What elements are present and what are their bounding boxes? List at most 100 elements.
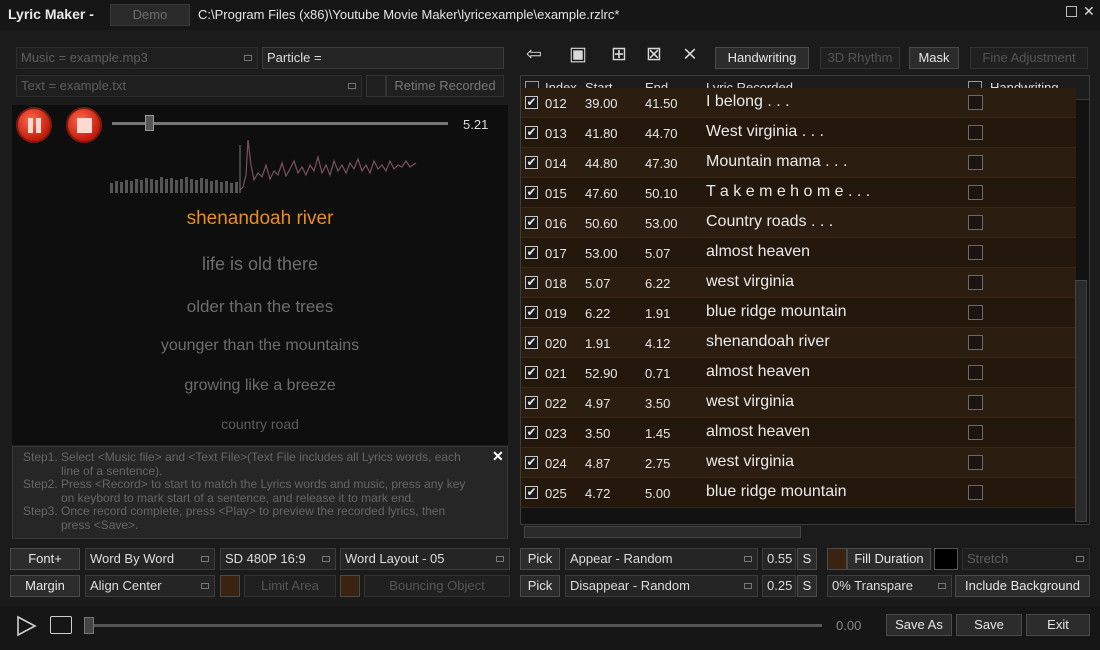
row-start[interactable]: 1.91 <box>585 336 610 351</box>
retime-checkbox[interactable] <box>366 75 386 97</box>
row-lyric[interactable]: West virginia . . . <box>706 123 824 141</box>
word-layout-select[interactable]: Word Layout - 05 <box>340 548 510 570</box>
playback-slider-thumb[interactable] <box>145 115 154 131</box>
timeline-slider[interactable] <box>90 624 822 627</box>
row-checkbox[interactable]: ✔ <box>525 156 538 169</box>
row-end[interactable]: 41.50 <box>645 96 678 111</box>
stop-record-button[interactable] <box>66 107 102 143</box>
row-lyric[interactable]: almost heaven <box>706 243 810 261</box>
font-button[interactable]: Font+ <box>10 548 80 570</box>
row-end[interactable]: 1.45 <box>645 426 670 441</box>
row-start[interactable]: 47.60 <box>585 186 618 201</box>
clear-all-icon[interactable]: ⨯ <box>678 44 702 66</box>
row-handwriting-checkbox[interactable] <box>968 395 983 410</box>
limit-area-checkbox[interactable] <box>220 575 240 597</box>
row-end[interactable]: 47.30 <box>645 156 678 171</box>
handwriting-button[interactable]: Handwriting <box>715 47 809 69</box>
row-checkbox[interactable]: ✔ <box>525 336 538 349</box>
row-start[interactable]: 50.60 <box>585 216 618 231</box>
save-as-button[interactable]: Save As <box>886 614 952 636</box>
fill-duration-checkbox[interactable] <box>827 548 847 570</box>
save-button[interactable]: Save <box>956 614 1022 636</box>
row-handwriting-checkbox[interactable] <box>968 365 983 380</box>
row-checkbox[interactable]: ✔ <box>525 396 538 409</box>
row-handwriting-checkbox[interactable] <box>968 245 983 260</box>
exit-button[interactable]: Exit <box>1026 614 1090 636</box>
import-icon[interactable]: ▣ <box>566 44 590 66</box>
table-row[interactable]: ✔ 015 47.60 50.10 T a k e m e h o m e . . . <box>521 178 1076 208</box>
row-lyric[interactable]: west virginia <box>706 273 794 291</box>
bouncing-object-checkbox[interactable] <box>340 575 360 597</box>
row-start[interactable]: 52.90 <box>585 366 618 381</box>
word-mode-select[interactable]: Word By Word <box>85 548 215 570</box>
table-row[interactable]: ✔ 012 39.00 41.50 I belong . . . <box>521 88 1076 118</box>
stretch-select[interactable]: Stretch <box>962 548 1090 570</box>
fill-color-swatch[interactable] <box>934 548 958 570</box>
appear-duration-input[interactable]: 0.55 <box>762 548 796 570</box>
pause-button[interactable] <box>16 107 52 143</box>
row-checkbox[interactable]: ✔ <box>525 306 538 319</box>
table-row[interactable]: ✔ 020 1.91 4.12 shenandoah river <box>521 328 1076 358</box>
stop-icon[interactable] <box>50 616 72 634</box>
fill-duration-button[interactable]: Fill Duration <box>847 548 931 570</box>
row-lyric[interactable]: west virginia <box>706 453 794 471</box>
row-end[interactable]: 50.10 <box>645 186 678 201</box>
add-row-icon[interactable]: ⊞ <box>607 44 631 66</box>
horizontal-scrollbar[interactable] <box>524 526 801 538</box>
disappear-duration-input[interactable]: 0.25 <box>762 575 796 597</box>
table-row[interactable]: ✔ 024 4.87 2.75 west virginia <box>521 448 1076 478</box>
row-handwriting-checkbox[interactable] <box>968 125 983 140</box>
retime-recorded-button[interactable]: Retime Recorded <box>386 75 504 97</box>
fine-adjustment-button[interactable]: Fine Adjustment <box>970 47 1088 69</box>
row-start[interactable]: 53.00 <box>585 246 618 261</box>
pick-disappear-button[interactable]: Pick <box>520 575 560 597</box>
bouncing-object-button[interactable]: Bouncing Object <box>364 575 510 597</box>
row-lyric[interactable]: Mountain mama . . . <box>706 153 847 171</box>
row-start[interactable]: 5.07 <box>585 276 610 291</box>
row-handwriting-checkbox[interactable] <box>968 185 983 200</box>
table-row[interactable]: ✔ 016 50.60 53.00 Country roads . . . <box>521 208 1076 238</box>
row-lyric[interactable]: shenandoah river <box>706 333 830 351</box>
playback-slider[interactable] <box>112 122 448 125</box>
row-start[interactable]: 41.80 <box>585 126 618 141</box>
text-file-field[interactable]: Text = example.txt <box>16 75 362 97</box>
row-end[interactable]: 53.00 <box>645 216 678 231</box>
row-start[interactable]: 39.00 <box>585 96 618 111</box>
row-end[interactable]: 4.12 <box>645 336 670 351</box>
row-handwriting-checkbox[interactable] <box>968 305 983 320</box>
row-lyric[interactable]: almost heaven <box>706 363 810 381</box>
row-handwriting-checkbox[interactable] <box>968 215 983 230</box>
table-row[interactable]: ✔ 014 44.80 47.30 Mountain mama . . . <box>521 148 1076 178</box>
align-select[interactable]: Align Center <box>85 575 215 597</box>
table-row[interactable]: ✔ 022 4.97 3.50 west virginia <box>521 388 1076 418</box>
row-lyric[interactable]: almost heaven <box>706 423 810 441</box>
include-background-button[interactable]: Include Background <box>955 575 1090 597</box>
row-checkbox[interactable]: ✔ <box>525 426 538 439</box>
row-end[interactable]: 1.91 <box>645 306 670 321</box>
row-checkbox[interactable]: ✔ <box>525 186 538 199</box>
row-end[interactable]: 5.00 <box>645 486 670 501</box>
row-handwriting-checkbox[interactable] <box>968 425 983 440</box>
row-checkbox[interactable]: ✔ <box>525 366 538 379</box>
row-lyric[interactable]: T a k e m e h o m e . . . <box>706 183 870 201</box>
row-end[interactable]: 0.71 <box>645 366 670 381</box>
row-end[interactable]: 3.50 <box>645 396 670 411</box>
row-end[interactable]: 44.70 <box>645 126 678 141</box>
table-row[interactable]: ✔ 021 52.90 0.71 almost heaven <box>521 358 1076 388</box>
delete-row-icon[interactable]: ⊠ <box>642 44 666 66</box>
row-handwriting-checkbox[interactable] <box>968 275 983 290</box>
margin-button[interactable]: Margin <box>10 575 80 597</box>
row-end[interactable]: 2.75 <box>645 456 670 471</box>
back-arrow-icon[interactable]: ⇦ <box>522 44 546 66</box>
row-lyric[interactable]: west virginia <box>706 393 794 411</box>
row-checkbox[interactable]: ✔ <box>525 456 538 469</box>
row-start[interactable]: 6.22 <box>585 306 610 321</box>
row-end[interactable]: 6.22 <box>645 276 670 291</box>
row-lyric[interactable]: blue ridge mountain <box>706 303 847 321</box>
row-lyric[interactable]: I belong . . . <box>706 93 790 111</box>
row-start[interactable]: 4.87 <box>585 456 610 471</box>
row-checkbox[interactable]: ✔ <box>525 216 538 229</box>
pick-appear-button[interactable]: Pick <box>520 548 560 570</box>
row-checkbox[interactable]: ✔ <box>525 126 538 139</box>
particle-field[interactable]: Particle = <box>262 47 504 69</box>
